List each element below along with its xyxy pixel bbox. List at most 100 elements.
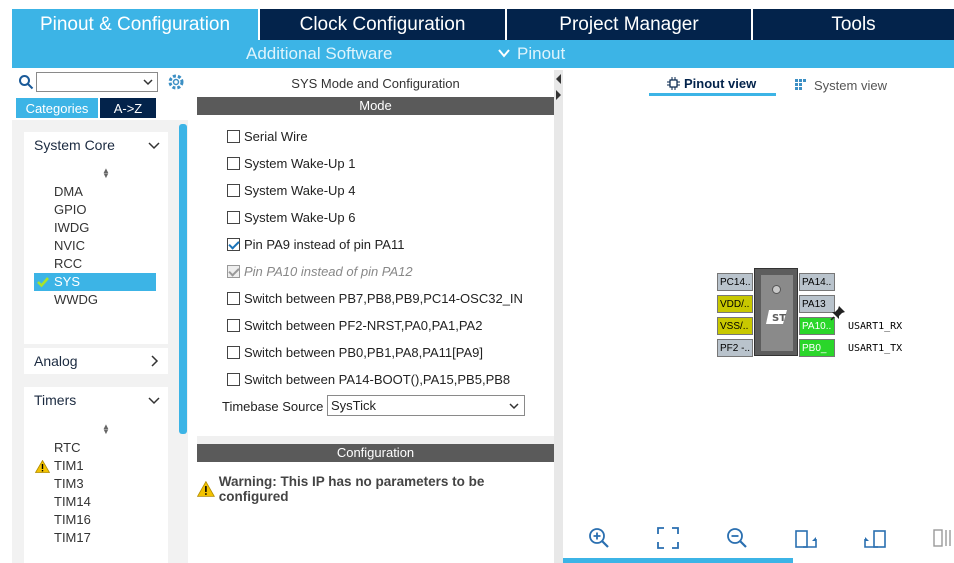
option-checkbox[interactable] [227, 183, 240, 197]
tab-a-to-z[interactable]: A->Z [100, 98, 156, 118]
tab-categories[interactable]: Categories [16, 98, 98, 118]
scrollbar-thumb[interactable] [179, 124, 187, 434]
tab-system-view[interactable]: System view [795, 74, 887, 96]
grid-icon [795, 79, 806, 90]
chip-icon [667, 77, 680, 90]
pin-pf2[interactable]: PF2 -.. [717, 339, 753, 357]
list-item-tim3[interactable]: TIM3 [54, 476, 84, 491]
list-item-tim14[interactable]: TIM14 [54, 494, 91, 509]
collapse-arrows-icon[interactable] [555, 72, 562, 102]
chevron-down-icon[interactable] [148, 139, 160, 151]
group-timers: Timers ▲ ▼ RTC TIM1 TIM3 TIM14 TIM16 TIM1… [24, 387, 168, 563]
pin-label: PA10.. [802, 321, 832, 332]
mode-option[interactable]: System Wake-Up 1 [227, 155, 356, 171]
warning-text: Warning: This IP has no parameters to be… [218, 474, 485, 504]
option-label: System Wake-Up 4 [244, 182, 356, 198]
group-title[interactable]: Timers [34, 392, 76, 408]
mode-option[interactable]: Switch between PB0,PB1,PA8,PA11[PA9] [227, 344, 483, 360]
list-item-label: SYS [54, 274, 81, 289]
tab-label: Clock Configuration [299, 13, 466, 35]
list-item-nvic[interactable]: NVIC [54, 238, 85, 253]
mode-option[interactable]: Switch between PB7,PB8,PB9,PC14-OSC32_IN [227, 290, 523, 306]
list-item-dma[interactable]: DMA [54, 184, 83, 199]
option-label: Serial Wire [244, 128, 308, 144]
option-checkbox[interactable] [227, 156, 240, 170]
mode-section: SYS Mode and Configuration Mode Serial W… [197, 70, 554, 436]
list-item-wwdg[interactable]: WWDG [54, 292, 98, 307]
option-label: System Wake-Up 1 [244, 155, 356, 171]
mode-option[interactable]: Switch between PF2-NRST,PA0,PA1,PA2 [227, 317, 482, 333]
option-checkbox[interactable] [227, 129, 240, 143]
list-item-rcc[interactable]: RCC [54, 256, 82, 271]
search-input[interactable] [36, 72, 158, 92]
gear-icon[interactable] [166, 72, 186, 92]
mode-option[interactable]: Pin PA9 instead of pin PA11 [227, 236, 404, 252]
tab-clock-configuration[interactable]: Clock Configuration [260, 9, 505, 40]
option-checkbox[interactable] [227, 237, 240, 251]
mode-option: Pin PA10 instead of pin PA12 [227, 263, 413, 279]
mode-option[interactable]: System Wake-Up 4 [227, 182, 356, 198]
group-title[interactable]: Analog [34, 353, 78, 369]
list-item-sys[interactable]: SYS [34, 273, 156, 291]
category-list: System Core ▲ ▼ DMA GPIO IWDG NVIC RCC SY… [12, 120, 178, 563]
chip-body: ST [761, 275, 793, 351]
tab-label: Pinout view [684, 76, 757, 91]
mode-header: Mode [197, 97, 554, 115]
sort-arrows-icon[interactable]: ▲ ▼ [102, 423, 110, 436]
sort-arrows-icon[interactable]: ▲ ▼ [102, 167, 110, 180]
option-checkbox[interactable] [227, 372, 240, 386]
tab-label: System view [814, 77, 887, 93]
mode-option[interactable]: Serial Wire [227, 128, 308, 144]
tab-project-manager[interactable]: Project Manager [507, 9, 751, 40]
mcu-chip[interactable]: ST [754, 268, 798, 356]
pin-pb0[interactable]: PB0_ [799, 339, 835, 357]
list-item-tim1[interactable]: TIM1 [54, 458, 84, 473]
option-checkbox[interactable] [227, 345, 240, 359]
option-checkbox[interactable] [227, 291, 240, 305]
list-item-tim17[interactable]: TIM17 [54, 530, 91, 545]
timebase-source-select[interactable]: SysTick [327, 395, 525, 416]
list-item-tim16[interactable]: TIM16 [54, 512, 91, 527]
svg-text:ST: ST [772, 313, 786, 324]
group-system-core: System Core ▲ ▼ DMA GPIO IWDG NVIC RCC SY… [24, 132, 168, 344]
list-item-iwdg[interactable]: IWDG [54, 220, 89, 235]
zoom-out-icon[interactable] [726, 527, 748, 549]
option-checkbox[interactable] [227, 318, 240, 332]
chevron-down-icon[interactable] [141, 75, 155, 89]
top-tab-bar: Pinout & Configuration Clock Configurati… [0, 0, 954, 40]
chevron-down-icon [498, 49, 510, 58]
chevron-down-icon [509, 403, 519, 410]
group-title[interactable]: System Core [34, 137, 115, 153]
option-checkbox[interactable] [227, 210, 240, 224]
stm32cubemx-window: Pinout & Configuration Clock Configurati… [0, 0, 954, 563]
pushpin-icon [830, 306, 845, 321]
zoom-in-icon[interactable] [588, 527, 610, 549]
list-item-gpio[interactable]: GPIO [54, 202, 87, 217]
panel-splitter[interactable] [554, 70, 563, 563]
split-view-icon[interactable] [932, 527, 954, 549]
signal-label-usart1-rx: USART1_RX [848, 321, 903, 332]
list-item-rtc[interactable]: RTC [54, 440, 80, 455]
chevron-down-icon[interactable] [148, 394, 160, 406]
pinout-menu-button[interactable]: Pinout [517, 44, 565, 64]
mode-option[interactable]: System Wake-Up 6 [227, 209, 356, 225]
fit-screen-icon[interactable] [657, 527, 679, 549]
pin-pc14[interactable]: PC14.. [717, 273, 753, 291]
rotate-left-icon[interactable] [864, 527, 886, 549]
tab-pinout-configuration[interactable]: Pinout & Configuration [12, 9, 258, 40]
rotate-right-icon[interactable] [795, 527, 817, 549]
mode-option[interactable]: Switch between PA14-BOOT(),PA15,PB5,PB8 [227, 371, 510, 387]
categories-panel: Categories A->Z System Core ▲ ▼ DMA GPIO … [12, 70, 188, 563]
st-logo-icon: ST [766, 310, 787, 324]
pin-label: PA14.. [802, 277, 832, 288]
pin-vdd[interactable]: VDD/.. [717, 295, 753, 313]
search-icon [19, 75, 34, 90]
tab-pinout-view[interactable]: Pinout view [649, 74, 776, 96]
additional-software-button[interactable]: Additional Software [246, 44, 392, 64]
chevron-right-icon[interactable] [148, 355, 160, 367]
horizontal-scrollbar-thumb[interactable] [563, 558, 793, 563]
pin-vss[interactable]: VSS/.. [717, 317, 753, 335]
tab-tools[interactable]: Tools [753, 9, 954, 40]
pin-label: PB0_ [802, 343, 827, 354]
pin-pa14[interactable]: PA14.. [799, 273, 835, 291]
